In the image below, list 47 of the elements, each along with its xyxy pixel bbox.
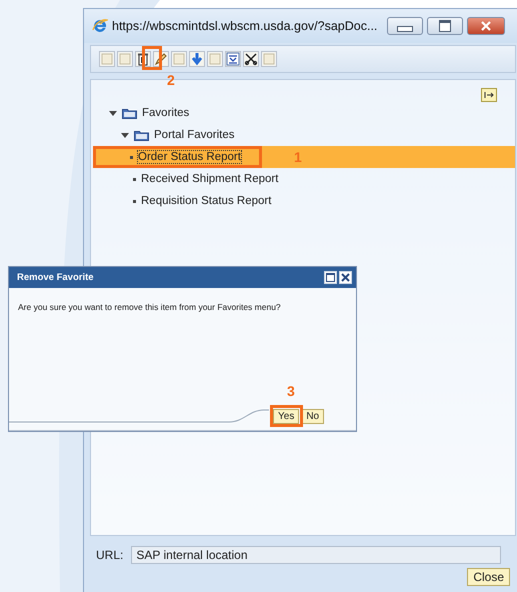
folder-icon xyxy=(134,130,149,140)
no-button[interactable]: No xyxy=(301,409,324,424)
scissors-icon xyxy=(244,52,258,66)
tree-item[interactable]: Received Shipment Report xyxy=(141,173,278,185)
bullet-icon xyxy=(133,200,136,202)
pencil-icon xyxy=(154,52,168,66)
folder-label[interactable]: Portal Favorites xyxy=(154,129,235,141)
highlight-frame xyxy=(270,405,303,427)
tree-row[interactable]: Requisition Status Report xyxy=(107,190,515,212)
toolbar-button[interactable] xyxy=(225,51,241,67)
dialog-message: Are you sure you want to remove this item from your Favorites menu? xyxy=(18,302,282,312)
minimize-button[interactable] xyxy=(387,17,424,35)
close-button[interactable] xyxy=(467,17,506,35)
highlight-frame xyxy=(142,46,162,70)
step-number: 3 xyxy=(287,383,295,399)
tree-item[interactable]: Requisition Status Report xyxy=(141,195,272,207)
expand-triangle-icon[interactable] xyxy=(109,109,117,117)
url-field[interactable]: SAP internal location xyxy=(131,546,502,564)
expand-button[interactable] xyxy=(481,88,497,102)
collapse-icon xyxy=(226,52,240,66)
step-number: 1 xyxy=(294,149,302,165)
maximize-button[interactable] xyxy=(427,17,464,35)
close-icon xyxy=(341,273,350,282)
toolbar-icon xyxy=(118,52,132,66)
url-label: URL: xyxy=(96,548,124,562)
bullet-icon xyxy=(130,156,133,158)
dialog-title: Remove Favorite xyxy=(17,272,94,283)
tree-row[interactable]: Received Shipment Report xyxy=(107,168,515,190)
yes-button[interactable]: Yes xyxy=(273,409,300,424)
bullet-icon xyxy=(133,178,136,180)
toolbar-icon xyxy=(172,52,186,66)
arrow-right-icon xyxy=(484,91,494,99)
toolbar-icon xyxy=(262,52,276,66)
window-title: https://wbscmintdsl.wbscm.usda.gov/?sapDoc... xyxy=(112,19,378,33)
step-number: 2 xyxy=(167,72,175,88)
close-icon xyxy=(480,21,492,31)
move-down-button[interactable] xyxy=(189,51,205,67)
folder-icon xyxy=(122,108,137,118)
cut-button[interactable] xyxy=(243,51,259,67)
expand-triangle-icon[interactable] xyxy=(121,131,129,139)
toolbar-icon xyxy=(100,52,114,66)
browser-logo-icon xyxy=(92,18,108,34)
folder-label[interactable]: Favorites xyxy=(142,107,190,119)
toolbar-icon xyxy=(208,52,222,66)
close-dialog-button[interactable]: Close xyxy=(467,568,510,586)
tree-item[interactable]: Order Status Report xyxy=(138,151,241,163)
arrow-down-icon xyxy=(190,52,204,66)
